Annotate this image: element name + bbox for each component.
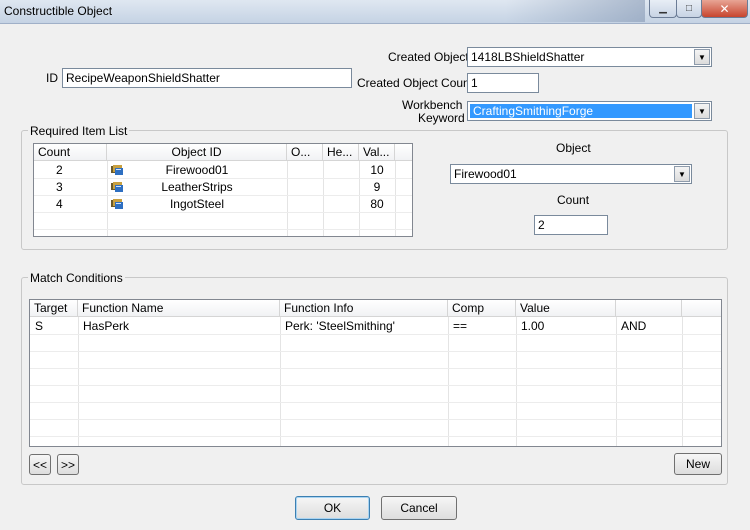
column-divider — [448, 317, 449, 446]
column-header-comp[interactable]: Comp — [448, 300, 516, 317]
workbench-keyword-select[interactable]: CraftingSmithingForge ▼ — [467, 101, 712, 121]
id-label: ID — [46, 71, 58, 85]
item-object-id: LeatherStrips — [161, 180, 233, 194]
item-value: 9 — [373, 180, 381, 194]
row-divider — [30, 436, 721, 437]
column-divider — [280, 317, 281, 446]
created-object-select[interactable]: 1418LBShieldShatter ▼ — [467, 47, 712, 67]
ok-button[interactable]: OK — [295, 496, 370, 520]
condition-value: 1.00 — [521, 319, 545, 333]
row-divider — [30, 334, 721, 335]
maximize-button[interactable]: □ — [676, 0, 702, 18]
row-divider — [30, 385, 721, 386]
condition-operator: AND — [621, 319, 647, 333]
column-divider — [287, 161, 288, 236]
column-header-val[interactable]: Val... — [359, 144, 395, 161]
column-divider — [682, 317, 683, 446]
created-object-count-label: Created Object Count — [357, 76, 474, 90]
count-label: Count — [557, 193, 590, 207]
item-value: 80 — [370, 197, 384, 211]
cancel-button[interactable]: Cancel — [381, 496, 457, 520]
condition-comp: == — [453, 319, 468, 333]
column-header-function-name[interactable]: Function Name — [78, 300, 280, 317]
column-header-count[interactable]: Count — [34, 144, 107, 161]
window-title: Constructible Object — [4, 4, 113, 18]
condition-target: S — [35, 319, 44, 333]
row-divider — [30, 419, 721, 420]
chevron-down-icon[interactable]: ▼ — [694, 103, 710, 119]
column-header-he[interactable]: He... — [323, 144, 359, 161]
workbench-label: Workbench — [402, 98, 463, 112]
move-down-button[interactable]: >> — [57, 454, 79, 475]
item-value: 10 — [370, 163, 384, 177]
chevron-down-icon[interactable]: ▼ — [674, 166, 690, 182]
item-count: 3 — [56, 180, 63, 194]
match-conditions-title: Match Conditions — [28, 271, 125, 285]
row-divider — [34, 212, 412, 213]
required-items-table[interactable]: Count Object ID O... He... Val... 2 Fire… — [33, 143, 413, 237]
column-header-filler — [682, 300, 721, 317]
object-value: Firewood01 — [454, 167, 517, 181]
match-conditions-table[interactable]: Target Function Name Function Info Comp … — [29, 299, 722, 447]
move-up-button[interactable]: << — [29, 454, 51, 475]
column-divider — [616, 317, 617, 446]
column-divider — [516, 317, 517, 446]
created-object-label: Created Object — [388, 50, 469, 64]
count-field[interactable]: 2 — [534, 215, 608, 235]
column-header-function-info[interactable]: Function Info — [280, 300, 448, 317]
item-object-id: Firewood01 — [165, 163, 229, 177]
condition-function-info: Perk: 'SteelSmithing' — [285, 319, 395, 333]
required-item-list-title: Required Item List — [28, 124, 130, 138]
column-divider — [323, 161, 324, 236]
object-select[interactable]: Firewood01 ▼ — [450, 164, 692, 184]
column-header-operator[interactable] — [616, 300, 682, 317]
background-window-ghost — [505, 0, 645, 22]
created-object-count-field[interactable]: 1 — [467, 73, 539, 93]
item-object-id: IngotSteel — [169, 197, 225, 211]
column-header-object-id[interactable]: Object ID — [107, 144, 287, 161]
minimize-button[interactable]: ▁ — [649, 0, 677, 18]
column-header-target[interactable]: Target — [30, 300, 78, 317]
item-count: 2 — [56, 163, 63, 177]
object-label: Object — [556, 141, 591, 155]
item-count: 4 — [56, 197, 63, 211]
row-divider — [30, 402, 721, 403]
close-button[interactable]: ✕ — [701, 0, 748, 18]
row-divider — [30, 368, 721, 369]
created-object-value: 1418LBShieldShatter — [471, 50, 585, 64]
column-divider — [78, 317, 79, 446]
row-divider — [34, 229, 412, 230]
chevron-down-icon[interactable]: ▼ — [694, 49, 710, 65]
column-header-o[interactable]: O... — [287, 144, 323, 161]
keyword-label: Keyword — [418, 111, 465, 125]
column-divider — [395, 161, 396, 236]
column-header-value[interactable]: Value — [516, 300, 616, 317]
workbench-keyword-value: CraftingSmithingForge — [470, 104, 692, 118]
condition-function-name: HasPerk — [83, 319, 130, 333]
column-header-filler — [395, 144, 412, 161]
new-condition-button[interactable]: New — [674, 453, 722, 475]
id-field[interactable]: RecipeWeaponShieldShatter — [62, 68, 352, 88]
row-divider — [30, 351, 721, 352]
